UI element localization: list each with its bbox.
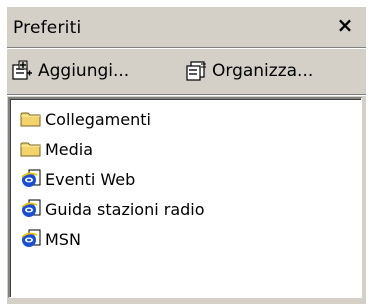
list-item-label: Eventi Web [45,169,136,189]
list-item-msn[interactable]: MSN [20,227,81,251]
list-item-eventi-web[interactable]: Eventi Web [20,167,135,191]
favorites-panel: Preferiti × Aggiungi... Organizza... Col… [0,0,366,304]
list-item-label: Media [45,139,94,159]
favorites-list: Collegamenti Media Eventi Web Guida staz… [8,97,362,298]
list-item-label: Collegamenti [45,109,151,129]
list-item-media[interactable]: Media [20,137,93,161]
ie-link-icon [20,169,42,189]
close-button[interactable]: × [334,14,356,36]
list-item-label: MSN [45,229,81,249]
ie-link-icon [20,199,42,219]
organize-favorites-icon [186,61,206,81]
list-item-collegamenti[interactable]: Collegamenti [20,107,151,131]
add-favorite-button[interactable]: Aggiungi... [11,58,129,84]
add-favorite-icon [12,60,32,80]
divider [7,94,366,96]
panel-titlebar: Preferiti × [7,7,366,47]
list-item-label: Guida stazioni radio [45,199,205,219]
folder-icon [20,109,42,129]
favorites-panel-body: Preferiti × Aggiungi... Organizza... Col… [7,7,366,304]
favorites-toolbar: Aggiungi... Organizza... [7,50,366,92]
panel-title: Preferiti [13,18,82,38]
add-favorite-label: Aggiungi... [38,61,130,81]
divider [7,47,366,49]
folder-icon [20,139,42,159]
organize-favorites-label: Organizza... [212,61,314,81]
list-item-guida-stazioni-radio[interactable]: Guida stazioni radio [20,197,205,221]
ie-link-icon [20,229,42,249]
organize-favorites-button[interactable]: Organizza... [185,58,313,84]
